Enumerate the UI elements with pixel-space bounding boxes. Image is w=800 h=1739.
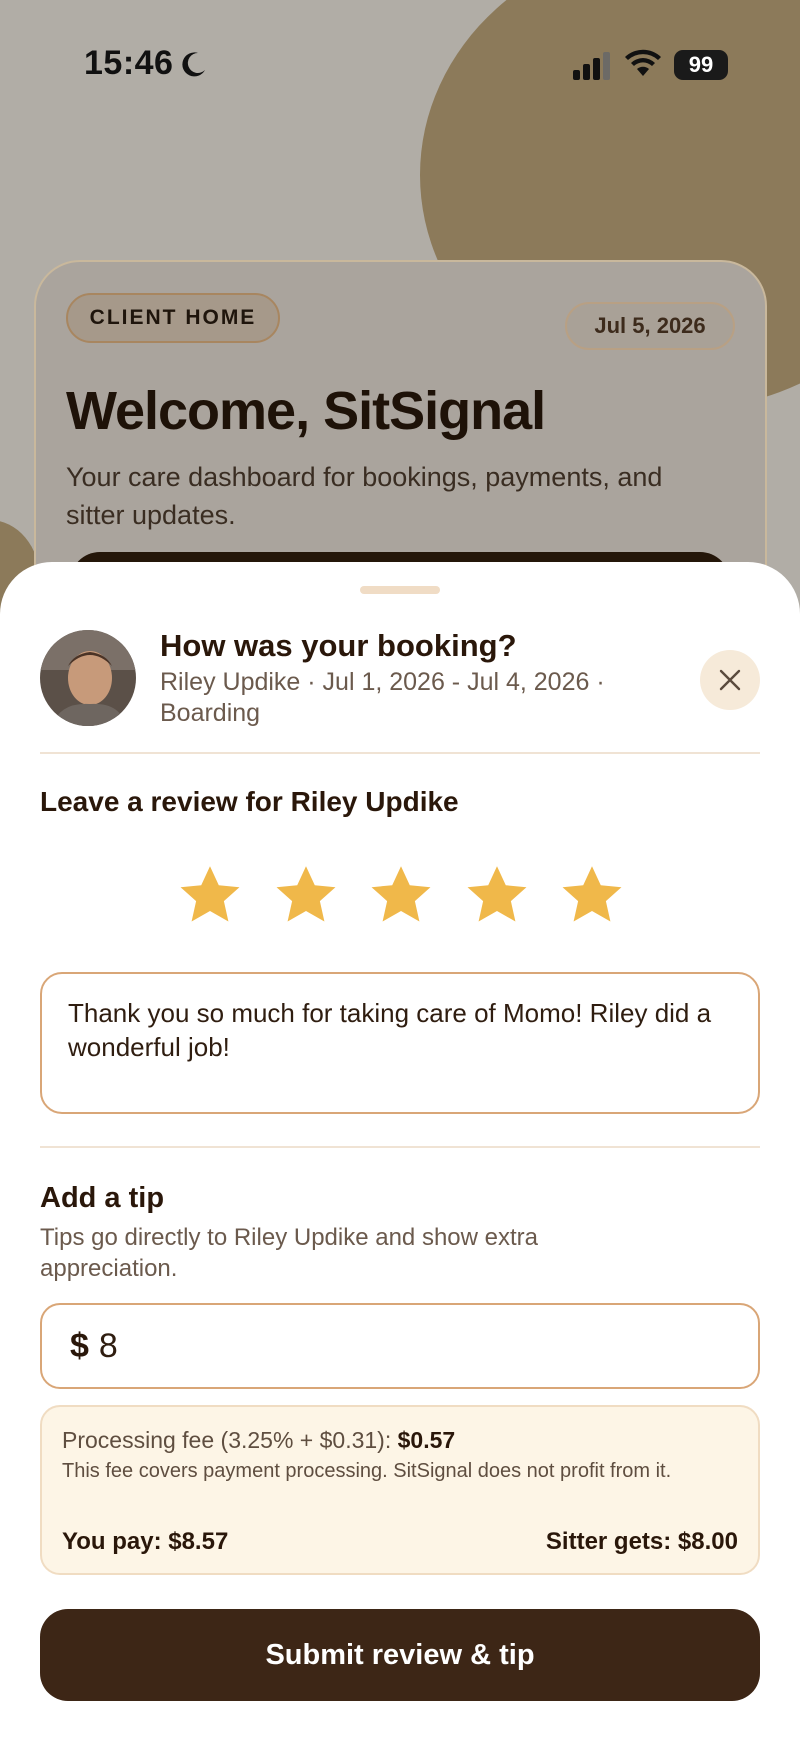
processing-fee-line: Processing fee (3.25% + $0.31): $0.57 [62,1427,455,1454]
close-icon [719,669,741,691]
client-home-badge: CLIENT HOME [66,293,280,343]
sheet-title: How was your booking? [160,628,517,663]
battery-indicator: 99 [674,50,728,80]
moon-icon [182,52,205,77]
close-button[interactable] [700,650,760,710]
tip-amount-field[interactable]: $ 8 [40,1303,760,1389]
sheet-grabber[interactable] [360,586,440,594]
divider [40,752,760,754]
divider [40,1146,760,1148]
date-badge: Jul 5, 2026 [565,302,735,350]
star-icon[interactable] [272,862,340,930]
welcome-title: Welcome, SitSignal [66,381,546,441]
status-bar: 15:46 99 [0,0,800,130]
booking-details: Riley Updike · Jul 1, 2026 - Jul 4, 2026… [160,668,605,727]
star-icon[interactable] [176,862,244,930]
welcome-subtitle: Your care dashboard for bookings, paymen… [66,462,663,530]
you-pay-total: You pay: $8.57 [62,1528,229,1555]
cellular-signal-icon [573,52,610,80]
sitter-gets-total: Sitter gets: $8.00 [545,1528,738,1555]
sitter-photo [40,630,136,726]
star-rating[interactable] [176,862,626,932]
review-textarea[interactable]: Thank you so much for taking care of Mom… [40,972,760,1114]
star-icon[interactable] [558,862,626,930]
avatar [40,630,136,726]
tip-amount-value[interactable]: 8 [99,1327,118,1366]
star-icon[interactable] [367,862,435,930]
processing-fee-label: Processing fee (3.25% + $0.31): [62,1427,392,1453]
submit-review-button[interactable]: Submit review & tip [40,1609,760,1701]
tip-heading: Add a tip [40,1182,165,1214]
processing-fee-amount: $0.57 [397,1427,456,1453]
fee-summary: Processing fee (3.25% + $0.31): $0.57 Th… [40,1405,760,1575]
review-sheet: How was your booking? Riley Updike · Jul… [0,562,800,1739]
status-time: 15:46 [84,44,174,82]
tip-description: Tips go directly to Riley Updike and sho… [40,1224,538,1282]
star-icon[interactable] [463,862,531,930]
review-heading: Leave a review for Riley Updike [40,786,459,817]
fee-note: This fee covers payment processing. SitS… [62,1460,672,1482]
currency-symbol: $ [70,1326,89,1365]
wifi-icon [625,49,661,76]
